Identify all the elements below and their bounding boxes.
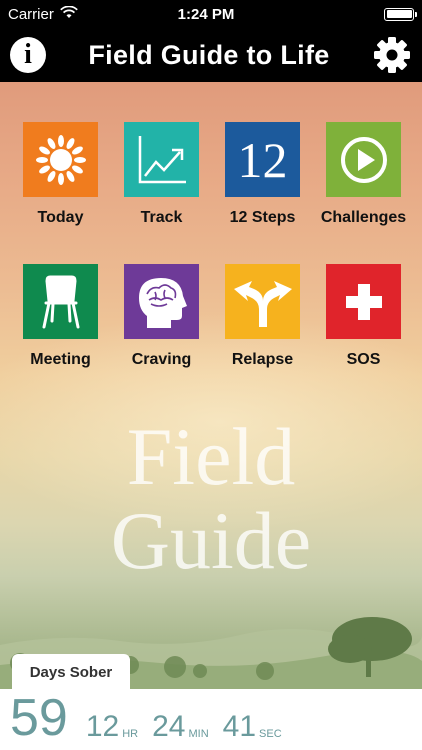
hours-value: 12 <box>85 710 120 743</box>
tile-label: SOS <box>346 351 381 368</box>
seconds-value: 41 <box>222 710 257 743</box>
seconds-group: 41 SEC <box>223 710 296 744</box>
background-title-line2: Guide <box>110 495 312 586</box>
tile-label: Challenges <box>320 209 407 226</box>
tile-label: Relapse <box>231 351 294 368</box>
sun-icon <box>23 122 98 197</box>
carrier-label: Carrier <box>8 5 54 23</box>
tile-challenges[interactable]: Challenges <box>313 122 414 227</box>
status-left: Carrier <box>8 5 158 23</box>
nav-bar: i Field Guide to Life <box>0 28 422 82</box>
status-time: 1:24 PM <box>177 5 235 23</box>
twelve-icon: 12 <box>225 122 300 197</box>
days-value: 59 <box>10 689 68 747</box>
tile-12-steps[interactable]: 12 12 Steps <box>212 122 313 227</box>
plus-icon <box>326 264 401 339</box>
minutes-group: 24 MIN <box>152 710 223 744</box>
split-arrow-icon <box>225 264 300 339</box>
home-screen: Field Guide Today Track 12 12 Steps Chal… <box>0 82 422 750</box>
info-icon[interactable]: i <box>10 37 46 73</box>
hours-unit: HR <box>122 728 139 740</box>
tile-sos[interactable]: SOS <box>313 264 414 369</box>
background-title: Field Guide <box>0 415 422 583</box>
status-right <box>264 7 417 21</box>
tile-relapse[interactable]: Relapse <box>212 264 313 369</box>
chair-icon <box>23 264 98 339</box>
sobriety-counter[interactable]: 59 12 HR 24 MIN 41 SEC <box>0 689 422 750</box>
tile-label: Track <box>140 209 183 226</box>
wifi-icon <box>60 5 78 23</box>
minutes-unit: MIN <box>188 728 209 740</box>
page-title: Field Guide to Life <box>88 39 330 70</box>
menu-grid: Today Track 12 12 Steps Challenges Meeti… <box>0 122 422 369</box>
background-title-line1: Field <box>126 411 296 502</box>
battery-icon <box>384 7 417 21</box>
tile-label: Craving <box>131 351 192 368</box>
brain-icon <box>124 264 199 339</box>
tile-today[interactable]: Today <box>10 122 111 227</box>
chart-icon <box>124 122 199 197</box>
tile-label: 12 Steps <box>229 209 296 226</box>
hours-group: 12 HR <box>86 710 152 744</box>
tile-meeting[interactable]: Meeting <box>10 264 111 369</box>
minutes-value: 24 <box>152 710 186 743</box>
tile-track[interactable]: Track <box>111 122 212 227</box>
days-sober-tab[interactable]: Days Sober <box>12 654 130 690</box>
tile-craving[interactable]: Craving <box>111 264 212 369</box>
tile-label: Meeting <box>30 351 91 368</box>
twelve-icon-text: 12 <box>237 131 288 188</box>
seconds-unit: SEC <box>259 728 282 740</box>
play-icon <box>326 122 401 197</box>
gear-icon[interactable] <box>372 35 412 75</box>
status-bar: Carrier 1:24 PM <box>0 0 422 28</box>
tile-label: Today <box>37 209 84 226</box>
